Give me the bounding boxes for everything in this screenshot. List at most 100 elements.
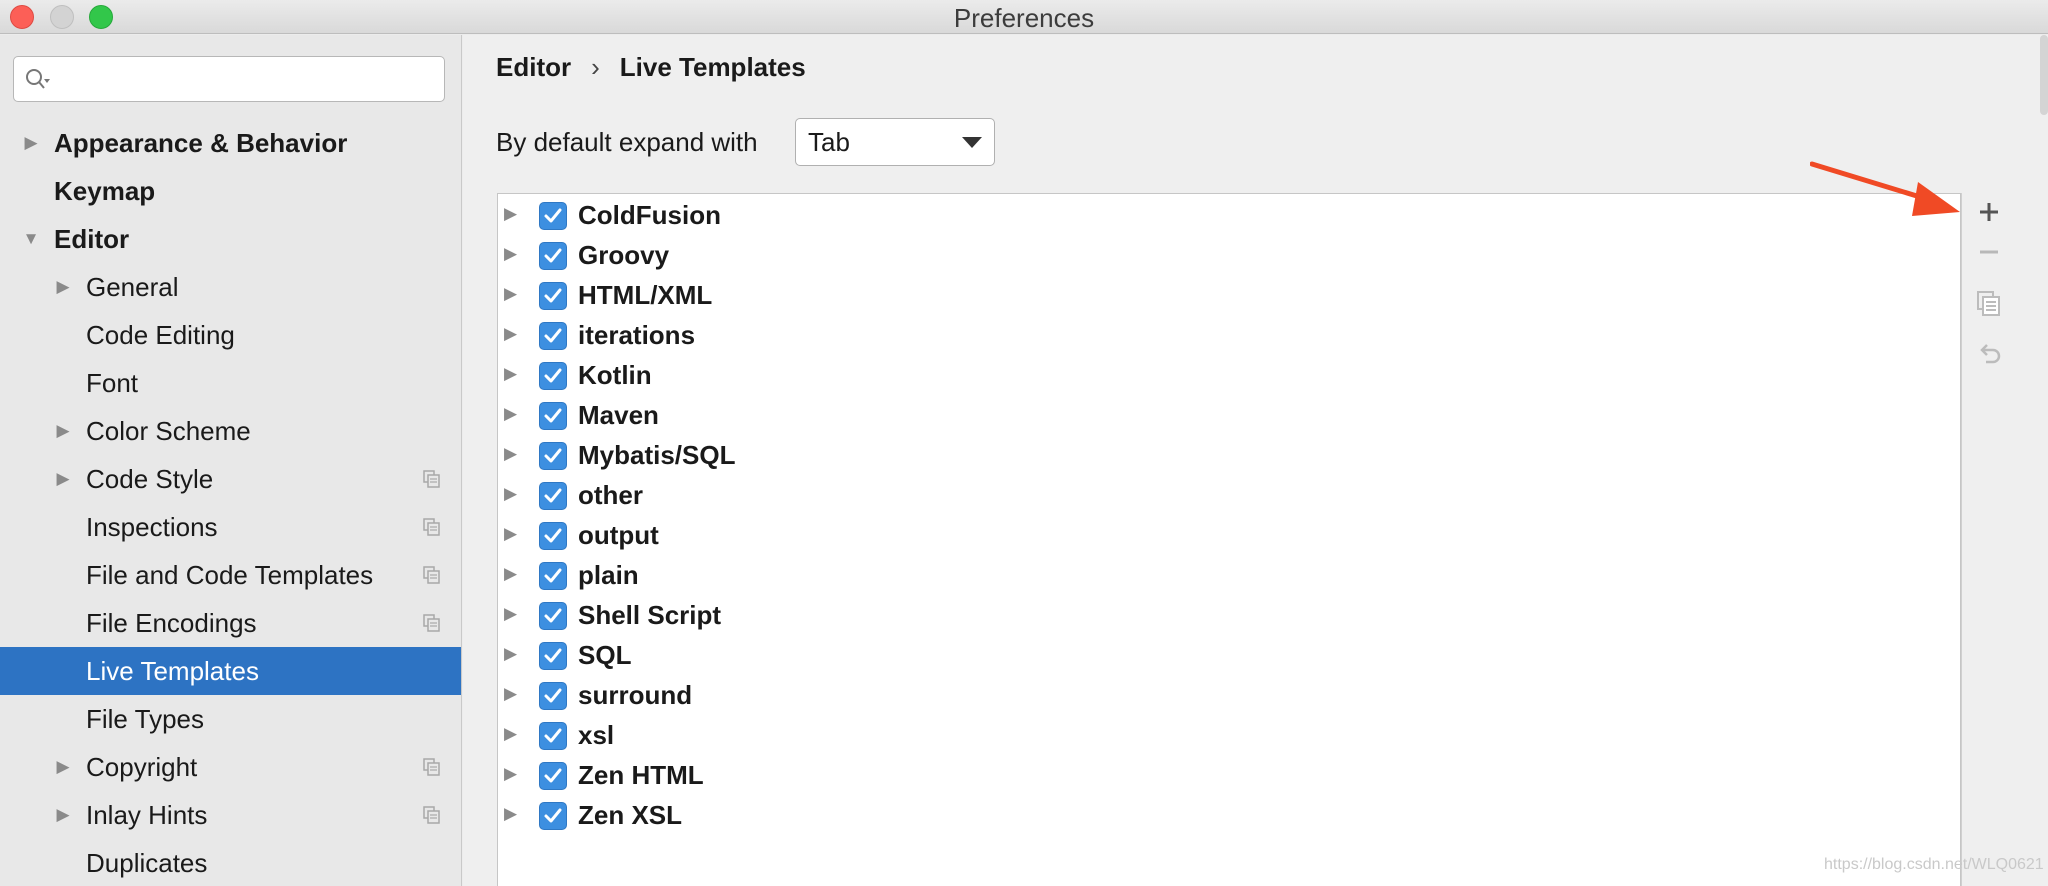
expand-arrow-icon[interactable]: ▶ bbox=[504, 204, 517, 224]
sidebar-item-code-editing[interactable]: Code Editing bbox=[0, 311, 461, 359]
expanded-arrow-icon[interactable]: ▼ bbox=[21, 215, 41, 263]
plus-icon[interactable] bbox=[1972, 195, 2006, 229]
template-group-checkbox[interactable] bbox=[539, 522, 567, 550]
template-group-name: plain bbox=[578, 560, 639, 590]
window-title: Preferences bbox=[953, 3, 1095, 33]
expand-arrow-icon[interactable]: ▶ bbox=[504, 564, 517, 584]
template-group-checkbox[interactable] bbox=[539, 722, 567, 750]
sidebar-item-file-and-code-templates[interactable]: File and Code Templates bbox=[0, 551, 461, 599]
template-group-row[interactable]: ▶ Zen XSL bbox=[498, 796, 1960, 836]
sidebar-item-file-types[interactable]: File Types bbox=[0, 695, 461, 743]
template-group-checkbox[interactable] bbox=[539, 362, 567, 390]
template-group-checkbox[interactable] bbox=[539, 642, 567, 670]
template-group-row[interactable]: ▶ SQL bbox=[498, 636, 1960, 676]
template-group-row[interactable]: ▶ surround bbox=[498, 676, 1960, 716]
template-group-checkbox[interactable] bbox=[539, 322, 567, 350]
breadcrumb-current: Live Templates bbox=[619, 52, 806, 82]
collapsed-arrow-icon[interactable]: ▶ bbox=[53, 743, 73, 791]
template-group-checkbox[interactable] bbox=[539, 602, 567, 630]
checkmark-icon bbox=[544, 448, 562, 463]
template-group-checkbox[interactable] bbox=[539, 242, 567, 270]
collapsed-arrow-icon[interactable]: ▶ bbox=[53, 263, 73, 311]
expand-arrow-icon[interactable]: ▶ bbox=[504, 524, 517, 544]
checkmark-icon bbox=[544, 368, 562, 383]
collapsed-arrow-icon[interactable]: ▶ bbox=[53, 407, 73, 455]
expand-arrow-icon[interactable]: ▶ bbox=[504, 324, 517, 344]
sidebar-item-label: General bbox=[86, 272, 179, 302]
expand-arrow-icon[interactable]: ▶ bbox=[504, 644, 517, 664]
sidebar-item-copyright[interactable]: ▶ Copyright bbox=[0, 743, 461, 791]
sidebar-item-editor[interactable]: ▼ Editor bbox=[0, 215, 461, 263]
checkmark-icon bbox=[544, 488, 562, 503]
sidebar-item-file-encodings[interactable]: File Encodings bbox=[0, 599, 461, 647]
checkmark-icon bbox=[544, 328, 562, 343]
checkmark-icon bbox=[544, 528, 562, 543]
template-group-checkbox[interactable] bbox=[539, 402, 567, 430]
template-group-row[interactable]: ▶ iterations bbox=[498, 316, 1960, 356]
template-group-row[interactable]: ▶ Groovy bbox=[498, 236, 1960, 276]
template-group-name: xsl bbox=[578, 720, 615, 750]
checkmark-icon bbox=[544, 648, 562, 663]
sidebar-item-general[interactable]: ▶ General bbox=[0, 263, 461, 311]
template-group-row[interactable]: ▶ Kotlin bbox=[498, 356, 1960, 396]
template-group-checkbox[interactable] bbox=[539, 482, 567, 510]
sidebar-item-color-scheme[interactable]: ▶ Color Scheme bbox=[0, 407, 461, 455]
sidebar-item-inspections[interactable]: Inspections bbox=[0, 503, 461, 551]
collapsed-arrow-icon[interactable]: ▶ bbox=[53, 791, 73, 839]
expand-arrow-icon[interactable]: ▶ bbox=[504, 284, 517, 304]
template-group-name: output bbox=[578, 520, 659, 550]
template-group-row[interactable]: ▶ Zen HTML bbox=[498, 756, 1960, 796]
sidebar-item-appearance-behavior[interactable]: ▶ Appearance & Behavior bbox=[0, 119, 461, 167]
project-scope-icon bbox=[423, 566, 440, 584]
collapsed-arrow-icon[interactable]: ▶ bbox=[21, 119, 41, 167]
template-group-name: other bbox=[578, 480, 643, 510]
project-scope-icon bbox=[423, 614, 440, 632]
checkmark-icon bbox=[544, 728, 562, 743]
expand-arrow-icon[interactable]: ▶ bbox=[504, 604, 517, 624]
project-scope-icon bbox=[423, 518, 440, 536]
template-group-row[interactable]: ▶ output bbox=[498, 516, 1960, 556]
expand-arrow-icon[interactable]: ▶ bbox=[504, 724, 517, 744]
search-input[interactable] bbox=[13, 56, 445, 102]
template-group-checkbox[interactable] bbox=[539, 202, 567, 230]
expand-arrow-icon[interactable]: ▶ bbox=[504, 444, 517, 464]
sidebar-item-live-templates[interactable]: Live Templates bbox=[0, 647, 461, 695]
expand-arrow-icon[interactable]: ▶ bbox=[504, 684, 517, 704]
template-group-row[interactable]: ▶ Maven bbox=[498, 396, 1960, 436]
revert-icon[interactable] bbox=[1972, 338, 2006, 372]
template-group-checkbox[interactable] bbox=[539, 562, 567, 590]
expand-with-select[interactable]: Tab bbox=[795, 118, 995, 166]
breadcrumb-parent[interactable]: Editor bbox=[496, 52, 571, 82]
sidebar-item-keymap[interactable]: Keymap bbox=[0, 167, 461, 215]
expand-arrow-icon[interactable]: ▶ bbox=[504, 764, 517, 784]
template-group-checkbox[interactable] bbox=[539, 802, 567, 830]
minus-icon[interactable] bbox=[1972, 235, 2006, 269]
template-group-checkbox[interactable] bbox=[539, 762, 567, 790]
template-group-row[interactable]: ▶ xsl bbox=[498, 716, 1960, 756]
expand-arrow-icon[interactable]: ▶ bbox=[504, 364, 517, 384]
breadcrumb: Editor › Live Templates bbox=[496, 52, 806, 83]
template-group-row[interactable]: ▶ other bbox=[498, 476, 1960, 516]
sidebar-item-label: Live Templates bbox=[86, 656, 259, 686]
sidebar-item-duplicates[interactable]: Duplicates bbox=[0, 839, 461, 886]
expand-arrow-icon[interactable]: ▶ bbox=[504, 404, 517, 424]
template-group-checkbox[interactable] bbox=[539, 282, 567, 310]
expand-arrow-icon[interactable]: ▶ bbox=[504, 244, 517, 264]
template-group-row[interactable]: ▶ HTML/XML bbox=[498, 276, 1960, 316]
template-group-row[interactable]: ▶ ColdFusion bbox=[498, 196, 1960, 236]
expand-arrow-icon[interactable]: ▶ bbox=[504, 484, 517, 504]
sidebar-item-font[interactable]: Font bbox=[0, 359, 461, 407]
expand-arrow-icon[interactable]: ▶ bbox=[504, 804, 517, 824]
project-scope-icon bbox=[423, 470, 440, 488]
sidebar-item-code-style[interactable]: ▶ Code Style bbox=[0, 455, 461, 503]
window-scrollbar[interactable] bbox=[2040, 35, 2048, 115]
template-group-row[interactable]: ▶ Shell Script bbox=[498, 596, 1960, 636]
template-group-row[interactable]: ▶ plain bbox=[498, 556, 1960, 596]
template-group-checkbox[interactable] bbox=[539, 442, 567, 470]
copy-icon[interactable] bbox=[1972, 286, 2006, 320]
sidebar-item-inlay-hints[interactable]: ▶ Inlay Hints bbox=[0, 791, 461, 839]
watermark: https://blog.csdn.net/WLQ0621 bbox=[1824, 856, 2044, 873]
collapsed-arrow-icon[interactable]: ▶ bbox=[53, 455, 73, 503]
template-group-checkbox[interactable] bbox=[539, 682, 567, 710]
template-group-row[interactable]: ▶ Mybatis/SQL bbox=[498, 436, 1960, 476]
